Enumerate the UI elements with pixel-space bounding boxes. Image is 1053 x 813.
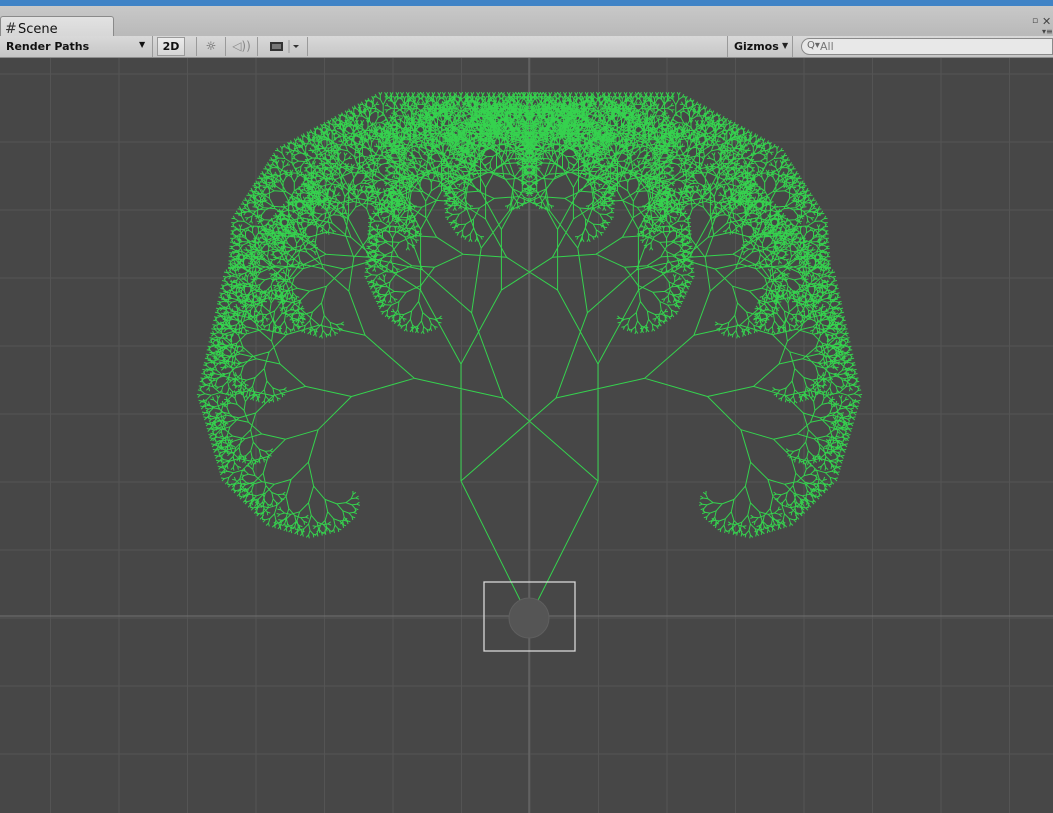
audio-toggle[interactable]: ◁)) bbox=[226, 37, 258, 56]
scene-viewport[interactable] bbox=[0, 58, 1053, 813]
render-mode-label: Render Paths bbox=[6, 40, 90, 53]
image-icon bbox=[270, 40, 299, 53]
maximize-icon[interactable]: ▫ bbox=[1032, 16, 1038, 26]
tab-scene-label: Scene bbox=[18, 22, 58, 37]
chevron-down-icon: ▼ bbox=[782, 41, 789, 50]
tab-bar: # Scene ▫ ✕ ▾≡ bbox=[0, 6, 1053, 42]
scene-search[interactable]: Q▾ bbox=[801, 38, 1053, 55]
gizmos-dropdown[interactable]: Gizmos ▼ bbox=[727, 36, 793, 57]
chevron-down-icon: ▼ bbox=[139, 40, 146, 49]
search-icon: Q▾ bbox=[807, 40, 820, 51]
effects-dropdown[interactable] bbox=[262, 37, 308, 56]
scene-toolbar: Render Paths ▼ 2D ☼ ◁)) Gizmos ▼ Q▾ bbox=[0, 36, 1053, 58]
gizmos-label: Gizmos bbox=[734, 40, 779, 53]
sun-icon: ☼ bbox=[205, 39, 217, 53]
scene-canvas[interactable] bbox=[0, 58, 1053, 813]
render-mode-dropdown[interactable]: Render Paths ▼ bbox=[0, 36, 153, 57]
grid-hash-icon: # bbox=[5, 21, 17, 37]
scene-grid bbox=[0, 58, 1053, 813]
speaker-icon: ◁)) bbox=[232, 39, 251, 53]
lighting-toggle[interactable]: ☼ bbox=[196, 37, 226, 56]
panel-menu-icon[interactable]: ▾≡ bbox=[1042, 27, 1053, 36]
mode-2d-toggle[interactable]: 2D bbox=[157, 37, 185, 56]
pivot-disc bbox=[508, 597, 550, 639]
search-input[interactable] bbox=[820, 39, 1040, 53]
